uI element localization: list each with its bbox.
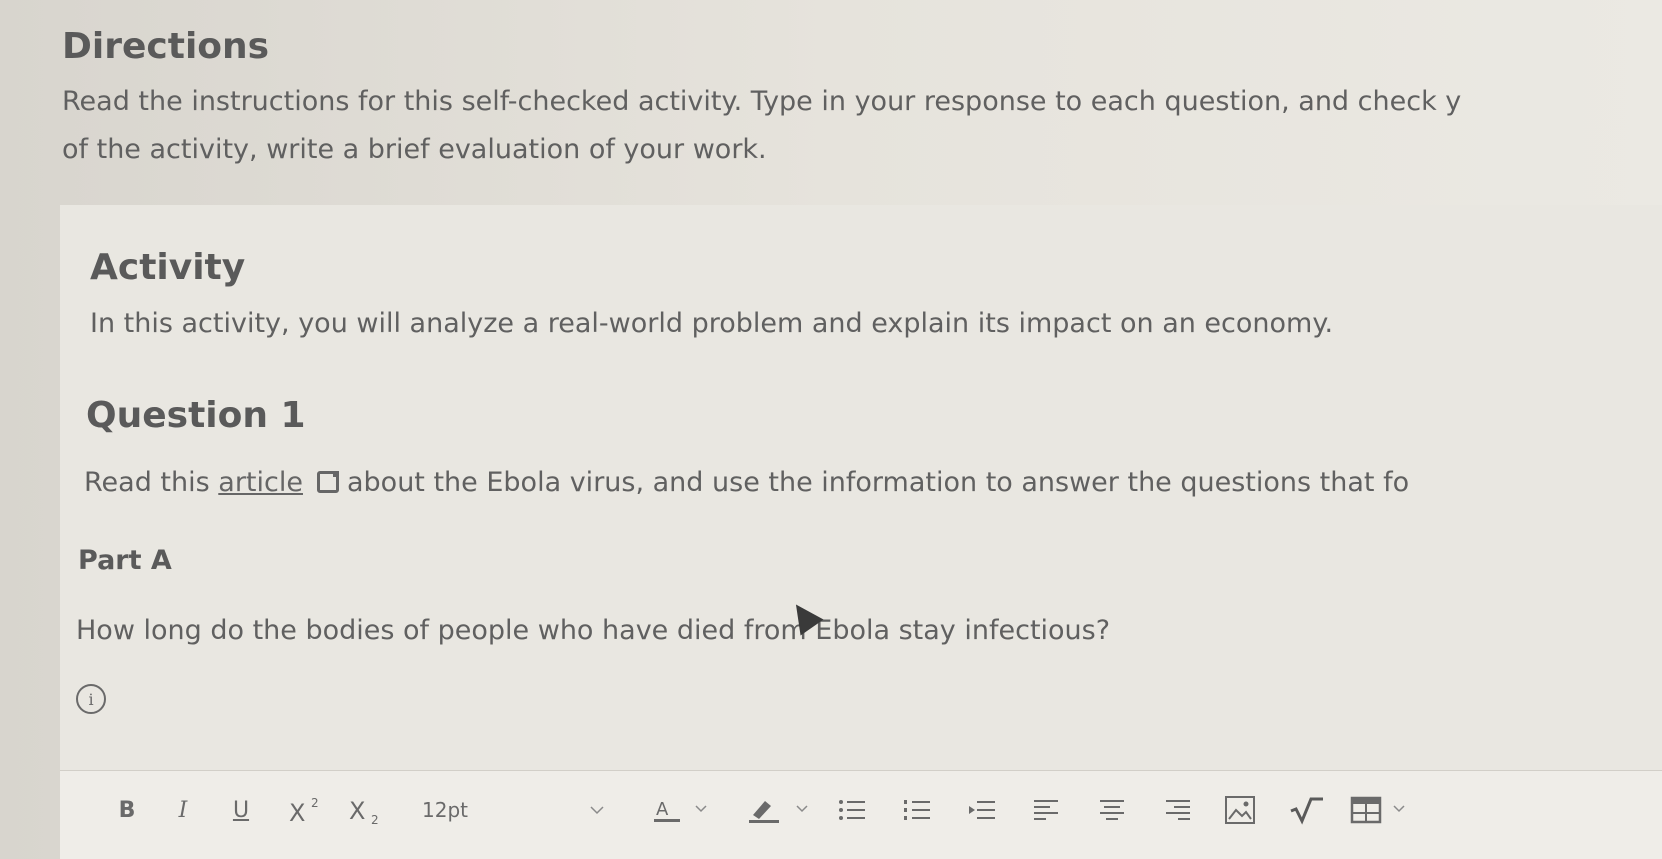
svg-text:X: X: [289, 799, 305, 825]
question-text-after: about the Ebola virus, and use the infor…: [346, 467, 1410, 498]
article-link[interactable]: article: [218, 467, 303, 498]
numbered-list-icon: [904, 800, 930, 820]
svg-text:A: A: [656, 799, 669, 820]
insert-image-button[interactable]: [1220, 793, 1260, 827]
svg-text:2: 2: [311, 796, 319, 810]
question-text: Read this article about the Ebola virus, …: [84, 467, 1409, 498]
bold-button[interactable]: B: [112, 793, 142, 827]
editor-toolbar: B I U X2 X2 12pt A: [60, 770, 1662, 859]
superscript-icon: X2: [289, 796, 319, 825]
align-left-button[interactable]: [1030, 793, 1064, 827]
font-color-icon: A: [654, 799, 707, 822]
insert-equation-button[interactable]: [1285, 793, 1329, 827]
align-left-icon: [1034, 800, 1058, 820]
directions-text-line-2: of the activity, write a brief evaluatio…: [62, 134, 767, 165]
subscript-button[interactable]: X2: [345, 793, 389, 827]
underline-button[interactable]: U: [226, 793, 256, 827]
activity-text: In this activity, you will analyze a rea…: [90, 308, 1334, 339]
numbered-list-button[interactable]: [900, 793, 934, 827]
font-color-button[interactable]: A: [652, 793, 712, 827]
highlight-color-button[interactable]: [745, 793, 815, 827]
indent-icon: [969, 801, 995, 819]
font-size-value: 12pt: [422, 798, 468, 822]
superscript-button[interactable]: X2: [285, 793, 329, 827]
directions-section: Directions Read the instructions for thi…: [62, 22, 1662, 174]
bullet-list-button[interactable]: [835, 793, 869, 827]
square-root-icon: [1290, 797, 1323, 825]
align-right-button[interactable]: [1160, 793, 1194, 827]
bullet-list-icon: [839, 800, 865, 820]
info-icon[interactable]: i: [76, 684, 106, 714]
question-text-before: Read this: [84, 467, 219, 498]
image-icon: [1225, 796, 1255, 824]
insert-table-button[interactable]: [1350, 793, 1414, 827]
subscript-icon: X2: [349, 797, 379, 825]
indent-button[interactable]: [965, 793, 999, 827]
italic-button[interactable]: I: [168, 793, 198, 827]
part-question-text: How long do the bodies of people who hav…: [76, 615, 1111, 646]
font-size-select[interactable]: 12pt: [422, 793, 612, 827]
highlighter-icon: [749, 801, 808, 823]
align-center-button[interactable]: [1095, 793, 1129, 827]
directions-title: Directions: [62, 26, 270, 67]
svg-text:2: 2: [371, 813, 379, 825]
chevron-down-icon: [590, 806, 604, 815]
directions-text-line-1: Read the instructions for this self-chec…: [62, 86, 1462, 117]
part-title: Part A: [78, 545, 172, 576]
activity-title: Activity: [90, 247, 246, 288]
activity-card: Activity In this activity, you will anal…: [60, 205, 1662, 859]
align-right-icon: [1166, 800, 1190, 820]
question-title: Question 1: [86, 395, 306, 436]
external-link-icon[interactable]: [316, 471, 339, 493]
align-center-icon: [1100, 800, 1124, 820]
table-icon: [1350, 796, 1405, 824]
svg-text:X: X: [349, 797, 365, 825]
page: Directions Read the instructions for thi…: [0, 0, 1662, 859]
